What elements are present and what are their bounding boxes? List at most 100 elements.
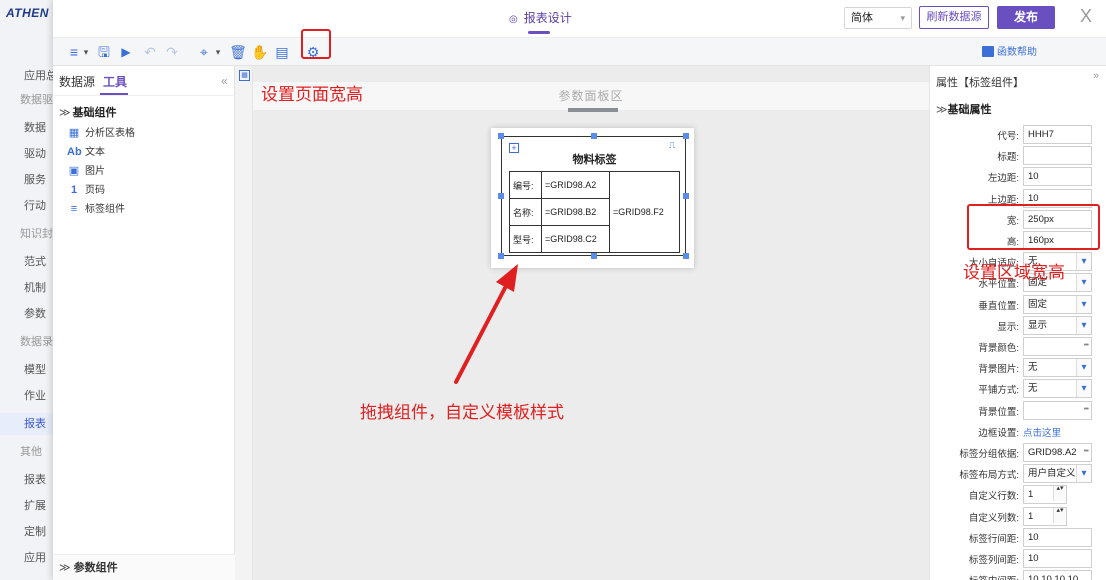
nav-item[interactable]: 驱动 xyxy=(0,143,56,165)
property-input[interactable]: 10 xyxy=(1023,527,1092,547)
annotation-region-size: 设置区域宽高 xyxy=(963,263,1065,282)
param-components-section[interactable]: ≫ 参数组件 xyxy=(53,554,235,580)
nav-item[interactable]: 数据 xyxy=(0,117,56,139)
page-settings-highlight xyxy=(301,29,331,59)
basic-properties-label: 基础属性 xyxy=(947,104,992,116)
resize-handle[interactable] xyxy=(683,193,689,199)
property-select[interactable]: 无 xyxy=(1023,358,1092,378)
resize-handle[interactable] xyxy=(683,133,689,139)
component-item[interactable]: Ab 文本 xyxy=(67,143,105,161)
component-item[interactable]: 1 页码 xyxy=(67,181,105,199)
image-icon: ▣ xyxy=(68,165,80,177)
tab-tools[interactable]: 工具 xyxy=(103,73,127,90)
table-cell[interactable]: =GRID98.B2 xyxy=(541,198,610,226)
property-label: 标签布局方式: xyxy=(959,470,1019,482)
nav-item[interactable]: 报表 xyxy=(0,413,56,435)
property-input[interactable] xyxy=(1023,337,1092,356)
merged-cell[interactable]: =GRID98.F2 xyxy=(609,171,680,253)
chevron-double-right-icon: ≫ xyxy=(59,562,71,574)
property-row: 背景位置: xyxy=(930,400,1106,422)
nav-item[interactable]: 应用 xyxy=(0,547,56,569)
nav-item[interactable]: 报表 xyxy=(0,469,56,491)
component-item[interactable]: ▣ 图片 xyxy=(67,162,105,180)
nav-item[interactable]: 作业 xyxy=(0,385,56,407)
param-panel-handle[interactable] xyxy=(568,108,618,112)
property-label: 自定义行数: xyxy=(968,491,1019,503)
label-component[interactable]: + ⎍ 物料标签 编号: =GRID98.A2 =GRID98.F2 名称: =… xyxy=(491,128,694,268)
label-frame[interactable]: + ⎍ 物料标签 编号: =GRID98.A2 =GRID98.F2 名称: =… xyxy=(501,136,686,256)
document-icon[interactable]: ▤ xyxy=(273,42,291,62)
property-row: 显示: 显示 xyxy=(930,315,1106,337)
property-link[interactable]: 点击这里 xyxy=(1023,425,1061,439)
property-input[interactable] xyxy=(1023,146,1092,166)
table-cell[interactable]: =GRID98.C2 xyxy=(541,225,610,253)
component-item[interactable]: ▦ 分析区表格 xyxy=(67,124,135,142)
resize-handle[interactable] xyxy=(498,133,504,139)
hand-icon[interactable]: ✋ xyxy=(251,42,269,62)
chevron-down-icon[interactable]: ▾ xyxy=(209,42,227,62)
nav-item[interactable]: 扩展 xyxy=(0,495,56,517)
help-book-icon xyxy=(982,46,994,57)
resize-handle[interactable] xyxy=(498,253,504,259)
resize-handle[interactable] xyxy=(498,193,504,199)
property-select[interactable]: 用户自定义 xyxy=(1023,464,1092,484)
nav-item[interactable]: 定制 xyxy=(0,521,56,543)
label-table: 编号: =GRID98.A2 =GRID98.F2 名称: =GRID98.B2… xyxy=(509,171,680,253)
resize-handle[interactable] xyxy=(591,253,597,259)
nav-item[interactable]: 参数 xyxy=(0,303,56,325)
nav-item[interactable]: 行动 xyxy=(0,195,56,217)
delete-icon[interactable]: 🗑 xyxy=(229,42,247,62)
property-input[interactable]: 10 xyxy=(1023,549,1092,568)
property-input[interactable]: 10 xyxy=(1023,167,1092,187)
undo-icon[interactable]: ↶ xyxy=(141,42,159,62)
basic-properties-section[interactable]: ≫基础属性 xyxy=(936,101,992,117)
basic-components-section[interactable]: ≫ 基础组件 xyxy=(59,104,117,120)
refresh-datasource-button[interactable]: 刷新数据源 xyxy=(919,6,989,29)
toolbar: ≡ ▾ 🖫 ▶ ↶ ↷ ⌖ ▾ 🗑 ✋ ▤ ⚙ 函数帮助 xyxy=(53,38,1106,66)
property-input[interactable]: GRID98.A2 xyxy=(1023,443,1092,462)
property-stepper[interactable]: 1 xyxy=(1023,506,1067,526)
property-label: 标签内间距: xyxy=(969,573,1019,580)
redo-icon[interactable]: ↷ xyxy=(163,42,181,62)
param-components-label: 参数组件 xyxy=(73,562,118,574)
collapse-panel-icon[interactable]: » xyxy=(1093,70,1099,82)
property-input[interactable]: HHH7 xyxy=(1023,125,1092,144)
component-panel: 数据源 工具 « ≫ 基础组件 ▦ 分析区表格 Ab 文本 ▣ 图片 1 页码 ≡ 标签组件 ≫ 参… xyxy=(53,66,235,580)
property-stepper[interactable]: 1 xyxy=(1023,485,1067,505)
basic-components-label: 基础组件 xyxy=(72,107,117,119)
component-item-label: 图片 xyxy=(85,166,105,177)
function-help-link[interactable]: 函数帮助 xyxy=(982,44,1037,62)
table-cell[interactable]: =GRID98.A2 xyxy=(541,171,610,199)
close-icon[interactable]: X xyxy=(1078,5,1094,27)
language-select[interactable]: 简体 ▾ xyxy=(844,7,912,29)
property-input[interactable] xyxy=(1023,400,1092,420)
active-tab-indicator xyxy=(100,93,128,95)
publish-button[interactable]: 发布 xyxy=(997,6,1055,29)
nav-item[interactable]: 机制 xyxy=(0,277,56,299)
property-select[interactable]: 固定 xyxy=(1023,294,1092,314)
nav-item[interactable]: 范式 xyxy=(0,251,56,273)
chevron-down-icon[interactable]: ▾ xyxy=(77,42,95,62)
design-canvas[interactable]: 参数面板区 + ⎍ 物料标签 编号: =GRID98.A2 =GRID98.F2… xyxy=(253,66,929,580)
component-item[interactable]: ≡ 标签组件 xyxy=(67,200,125,218)
preview-play-icon[interactable]: ▶ xyxy=(117,42,135,62)
property-select[interactable]: 显示 xyxy=(1023,315,1092,335)
nav-item[interactable]: 服务 xyxy=(0,169,56,191)
nav-section-label: 数据录 xyxy=(20,336,53,348)
nav-item[interactable]: 模型 xyxy=(0,359,56,381)
table-cell[interactable]: 型号: xyxy=(509,225,542,253)
table-cell[interactable]: 名称: xyxy=(509,198,542,226)
property-select[interactable]: 无 xyxy=(1023,379,1092,399)
save-icon[interactable]: 🖫 xyxy=(95,42,113,62)
collapse-panel-icon[interactable]: « xyxy=(221,74,228,88)
dialog-title[interactable]: ◎ 报表设计 xyxy=(509,10,572,30)
chevron-down-icon: ▾ xyxy=(900,13,905,23)
resize-handle[interactable] xyxy=(591,133,597,139)
tab-datasource[interactable]: 数据源 xyxy=(59,73,95,90)
property-input[interactable]: 10,10,10,10 xyxy=(1023,570,1092,580)
ruler-icon[interactable]: ▦ xyxy=(239,70,250,81)
nav-item[interactable]: 应用总 xyxy=(0,65,56,87)
label-settings-icon[interactable]: ⎍ xyxy=(669,140,675,151)
table-cell[interactable]: 编号: xyxy=(509,171,542,199)
resize-handle[interactable] xyxy=(683,253,689,259)
